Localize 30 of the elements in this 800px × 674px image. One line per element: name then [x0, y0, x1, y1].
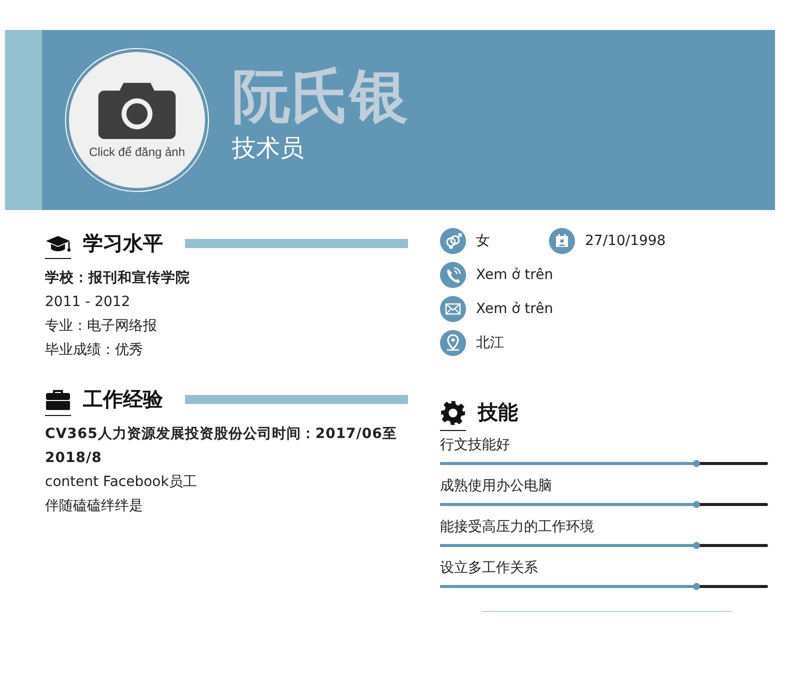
entry-text: 毕业成绩：优秀 [45, 341, 144, 360]
calendar-icon [549, 228, 575, 254]
info-text: 北江 [476, 334, 504, 352]
skill-name: 成熟使用办公电脑 [440, 477, 553, 496]
skill-name: 行文技能好 [440, 436, 511, 455]
info-text: 27/10/1998 [585, 233, 666, 249]
envelope-icon [440, 296, 466, 322]
phone-icon [440, 262, 466, 288]
entry-text: content Facebook员工 [45, 473, 198, 492]
entry-text: 伴随磕磕绊绊是 [45, 497, 144, 516]
entry-text: 2011 - 2012 [45, 293, 132, 312]
job-title: 技术员 [232, 133, 305, 164]
entry-heading: 学校：报刊和宣传学院 [45, 268, 191, 288]
info-text: Xem ở trên [476, 267, 554, 283]
briefcase-icon [45, 388, 71, 416]
gender-icon [440, 228, 466, 254]
section-title: 学习水平 [83, 230, 163, 256]
candidate-name: 阮氏银 [232, 61, 409, 132]
section-title: 工作经验 [83, 386, 163, 412]
camera-icon [97, 81, 177, 139]
location-pin-icon [440, 330, 466, 356]
section-title: 技能 [478, 398, 518, 426]
skill-name: 能接受高压力的工作环境 [440, 518, 595, 537]
skill-name: 设立多工作关系 [440, 559, 539, 578]
settings-icon [440, 400, 466, 430]
info-text: Xem ở trên [476, 301, 554, 317]
graduation-cap-icon [45, 234, 71, 258]
entry-text: 专业：电子网络报 [45, 317, 158, 336]
photo-upload-button[interactable]: Click để đăng ảnh [69, 52, 205, 188]
info-text: 女 [476, 232, 490, 250]
